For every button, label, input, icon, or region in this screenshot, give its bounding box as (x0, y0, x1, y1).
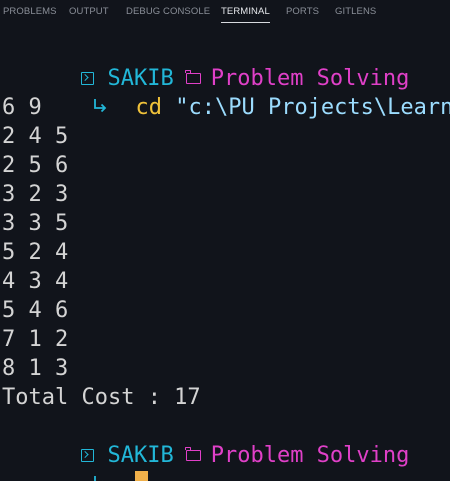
total-cost-line: Total Cost : 17 (2, 385, 201, 410)
output-line: 3 3 5 (2, 211, 69, 236)
return-arrow-icon (92, 475, 108, 481)
tab-gitlens[interactable]: GITLENS (335, 6, 376, 17)
output-line: 8 1 3 (2, 356, 69, 381)
folder-icon (185, 446, 201, 461)
terminal-output-area[interactable]: SAKIB Problem Solving cd "c:\PU Projects\… (0, 35, 450, 481)
prompt-line: SAKIB Problem Solving (2, 35, 409, 91)
panel-tab-bar: PROBLEMS OUTPUT DEBUG CONSOLE TERMINAL P… (0, 0, 450, 28)
tab-problems[interactable]: PROBLEMS (3, 6, 57, 17)
output-line: 5 4 6 (2, 298, 69, 323)
tab-terminal-label: TERMINAL (221, 6, 270, 17)
command-name: cd (135, 95, 162, 120)
prompt-line: SAKIB Problem Solving (2, 412, 409, 468)
tab-debug-console[interactable]: DEBUG CONSOLE (126, 6, 210, 17)
output-line: 2 5 6 (2, 153, 69, 178)
output-line: 7 1 2 (2, 327, 69, 352)
command-line: cd "c:\PU Projects\LearnCPP\ (2, 64, 450, 120)
terminal-panel: PROBLEMS OUTPUT DEBUG CONSOLE TERMINAL P… (0, 0, 450, 481)
tab-output[interactable]: OUTPUT (69, 6, 109, 17)
tab-terminal[interactable]: TERMINAL (221, 6, 270, 23)
output-line: 6 9 (2, 95, 42, 120)
input-line[interactable] (2, 441, 149, 481)
active-tab-indicator (221, 22, 270, 23)
tab-ports[interactable]: PORTS (286, 6, 319, 17)
return-arrow-icon (92, 98, 108, 114)
prompt-directory: Problem Solving (210, 443, 410, 468)
output-line: 4 3 4 (2, 269, 69, 294)
output-line: 5 2 4 (2, 240, 69, 265)
terminal-cursor[interactable] (135, 470, 149, 481)
command-argument: "c:\PU Projects\LearnCPP\ (175, 95, 450, 120)
output-line: 3 2 3 (2, 182, 69, 207)
output-line: 2 4 5 (2, 124, 69, 149)
